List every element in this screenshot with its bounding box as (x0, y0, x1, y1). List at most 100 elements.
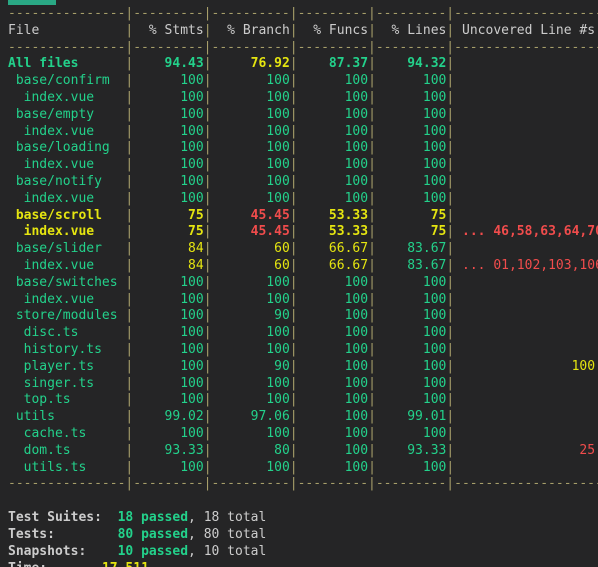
table-row[interactable]: base/loading | 100| 100| 100| 100| | (8, 140, 590, 157)
cell-uncovered: ... 01,102,103,106 (454, 257, 598, 273)
cell-uncovered (454, 308, 598, 323)
rule-text: ---------------|---------|----------|---… (8, 476, 598, 492)
column-separator: | (446, 375, 455, 391)
cell-lines: 100 (375, 157, 447, 173)
table-row[interactable]: index.vue | 100| 100| 100| 100| | (8, 124, 590, 141)
cell-branch: 100 (211, 459, 290, 475)
cell-lines: 100 (375, 173, 447, 189)
cell-stmts: 100 (133, 308, 204, 324)
cell-uncovered (454, 56, 598, 71)
table-row[interactable]: base/slider | 84| 60| 66.67| 83.67| | (8, 241, 590, 258)
summary-row: Snapshots: 10 passed, 10 total (8, 544, 590, 561)
column-separator: | (446, 409, 455, 425)
cell-lines: 100 (375, 325, 447, 341)
column-separator: | (289, 89, 298, 105)
column-separator: | (289, 123, 298, 139)
column-separator: | (289, 325, 298, 341)
cell-stmts: 100 (133, 89, 204, 105)
cell-file: index.vue (8, 291, 126, 307)
table-row[interactable]: base/empty | 100| 100| 100| 100| | (8, 107, 590, 124)
cell-lines: 100 (375, 291, 447, 307)
cell-uncovered (454, 90, 598, 105)
cell-funcs: 100 (297, 375, 369, 391)
table-row[interactable]: dom.ts | 93.33| 80| 100| 93.33| 25 | (8, 442, 595, 460)
column-separator: | (203, 358, 212, 374)
table-row[interactable]: disc.ts | 100| 100| 100| 100| | (8, 325, 590, 342)
cell-stmts: 100 (133, 123, 204, 139)
table-row[interactable]: index.vue | 84| 60| 66.67| 83.67| ... 01… (8, 257, 598, 275)
cell-funcs: 100 (297, 173, 369, 189)
column-separator: | (446, 140, 455, 156)
column-separator: | (446, 89, 455, 105)
column-separator: | (368, 358, 376, 374)
cell-file: index.vue (8, 89, 126, 105)
table-row[interactable]: index.vue | 100| 100| 100| 100| | (8, 90, 590, 107)
cell-lines: 93.33 (375, 442, 447, 458)
column-separator: | (289, 224, 298, 240)
cell-lines: 100 (375, 425, 447, 441)
table-row[interactable]: base/scroll | 75| 45.45| 53.33| 75| | (8, 208, 590, 225)
column-separator: | (203, 22, 212, 38)
cell-file: player.ts (8, 358, 126, 374)
column-separator: | (368, 308, 376, 324)
column-separator: | (203, 257, 212, 273)
cell-uncovered (454, 73, 598, 88)
table-row[interactable]: player.ts | 100| 90| 100| 100| 100 | (8, 358, 595, 376)
cell-file: index.vue (8, 123, 126, 139)
table-row[interactable]: All files | 94.43| 76.92| 87.37| 94.32| … (8, 56, 590, 73)
cell-stmts: 99.02 (133, 409, 204, 425)
cell-uncovered (454, 376, 598, 391)
cell-lines: 100 (375, 123, 447, 139)
cell-funcs: 100 (297, 123, 369, 139)
column-separator: | (203, 56, 212, 72)
cell-file: top.ts (8, 392, 126, 408)
table-row[interactable]: base/switches | 100| 100| 100| 100| | (8, 275, 590, 292)
column-separator: | (289, 207, 298, 223)
cell-file: dom.ts (8, 442, 126, 458)
cell-stmts: 94.43 (133, 56, 204, 72)
column-header-lines: % Lines (375, 22, 447, 38)
cell-funcs: 53.33 (297, 224, 369, 240)
column-separator: | (446, 425, 455, 441)
column-separator: | (368, 425, 376, 441)
column-separator: | (289, 106, 298, 122)
table-row[interactable]: base/notify | 100| 100| 100| 100| | (8, 174, 590, 191)
column-separator: | (203, 241, 212, 257)
cell-funcs: 100 (297, 157, 369, 173)
cell-lines: 100 (375, 190, 447, 206)
cell-lines: 100 (375, 308, 447, 324)
table-row[interactable]: index.vue | 100| 100| 100| 100| | (8, 292, 590, 309)
column-separator: | (203, 190, 212, 206)
cell-uncovered (454, 107, 598, 122)
summary-gap (102, 510, 118, 525)
column-separator: | (289, 409, 298, 425)
cell-branch: 100 (211, 341, 290, 357)
column-separator: | (203, 341, 212, 357)
column-separator: | (446, 274, 455, 290)
table-row[interactable]: utils | 99.02| 97.06| 100| 99.01| | (8, 409, 590, 426)
table-row[interactable]: utils.ts | 100| 100| 100| 100| | (8, 460, 590, 477)
table-row[interactable]: index.vue | 75| 45.45| 53.33| 75| ... 46… (8, 224, 598, 241)
table-row[interactable]: index.vue | 100| 100| 100| 100| | (8, 157, 590, 174)
table-row[interactable]: top.ts | 100| 100| 100| 100| | (8, 392, 590, 409)
table-row[interactable]: cache.ts | 100| 100| 100| 100| | (8, 426, 590, 443)
cell-file: All files (8, 56, 126, 72)
cell-funcs: 100 (297, 341, 369, 357)
column-separator: | (368, 190, 376, 206)
cell-funcs: 100 (297, 274, 369, 290)
summary-total: 18 total (203, 510, 267, 526)
cell-file: base/switches (8, 274, 126, 290)
table-row[interactable]: history.ts | 100| 100| 100| 100| | (8, 342, 590, 359)
table-row[interactable]: store/modules | 100| 90| 100| 100| | (8, 308, 590, 325)
cell-funcs: 100 (297, 291, 369, 307)
table-row[interactable]: singer.ts | 100| 100| 100| 100| | (8, 376, 590, 393)
column-separator: | (289, 157, 298, 173)
summary-gap (86, 544, 117, 559)
table-row[interactable]: index.vue | 100| 100| 100| 100| | (8, 191, 590, 208)
column-separator: | (289, 257, 298, 273)
table-row[interactable]: base/confirm | 100| 100| 100| 100| | (8, 73, 590, 90)
cell-branch: 90 (211, 358, 290, 374)
cell-stmts: 100 (133, 358, 204, 374)
cell-uncovered (454, 140, 598, 155)
summary-label: Time: (8, 561, 47, 567)
